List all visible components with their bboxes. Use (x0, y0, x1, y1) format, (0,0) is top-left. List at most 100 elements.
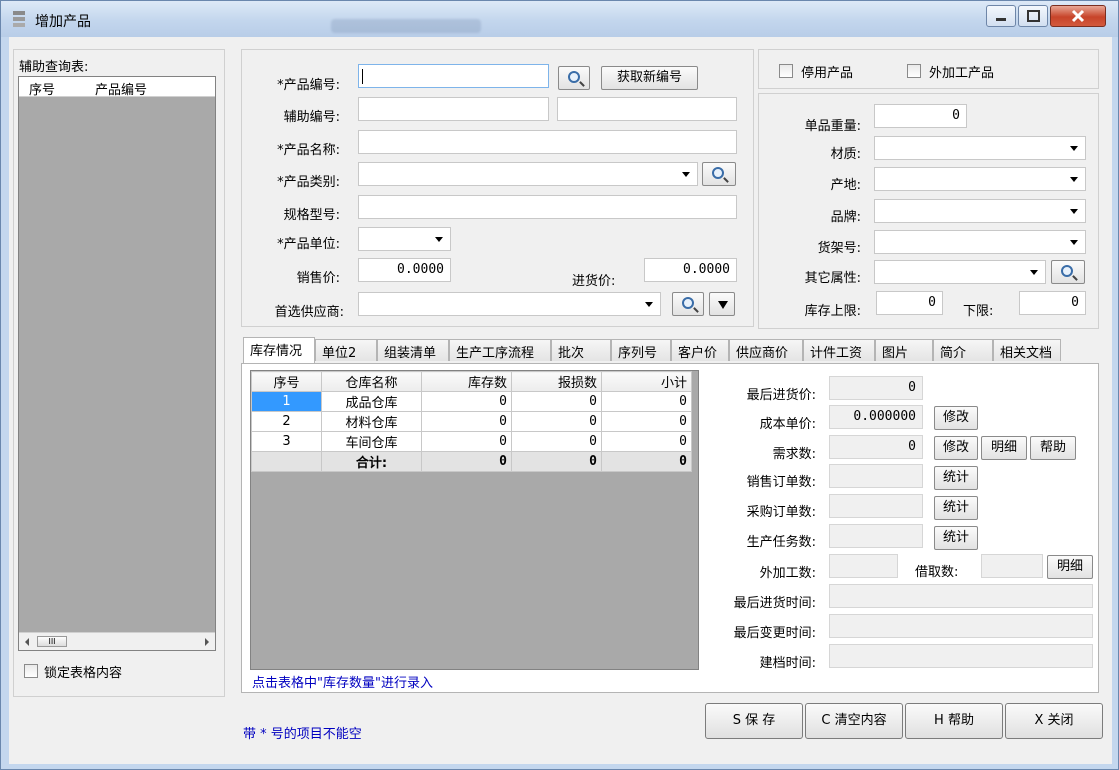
purchase-orders-label: 采购订单数: (746, 505, 816, 520)
last-purchase-time-field (829, 584, 1093, 608)
stock-total-qty: 0 (421, 451, 512, 472)
stock-cell-no[interactable]: 2 (251, 411, 322, 432)
sale-price-input[interactable]: 0.0000 (358, 258, 451, 282)
minimize-button[interactable] (986, 5, 1016, 27)
close-window-button[interactable] (1050, 5, 1106, 27)
product-unit-select[interactable] (358, 227, 451, 251)
detail-tabs: 库存情况 单位2 组装清单 生产工序流程 批次 序列号 客户价 供应商价 计件工… (241, 337, 1101, 693)
tab-batch[interactable]: 批次 (551, 339, 611, 361)
tab-supplier-price[interactable]: 供应商价 (729, 339, 803, 361)
borrowed-detail-button[interactable]: 明细 (1047, 555, 1093, 579)
close-button[interactable]: X 关闭 (1005, 703, 1103, 739)
aux-query-list[interactable]: 序号 产品编号 III (18, 76, 216, 651)
aux-col-code[interactable]: 产品编号 (95, 79, 147, 98)
stock-grid[interactable]: 序号 仓库名称 库存数 报损数 小计 1 成品仓库 0 0 0 2 材料仓库 0… (250, 370, 699, 670)
tab-process[interactable]: 生产工序流程 (449, 339, 551, 361)
stock-cell-no[interactable]: 3 (251, 431, 322, 452)
demand-detail-button[interactable]: 明细 (981, 436, 1027, 460)
maximize-button[interactable] (1018, 5, 1048, 27)
stock-cell-subtotal[interactable]: 0 (601, 411, 692, 432)
tab-customer-price[interactable]: 客户价 (671, 339, 729, 361)
chevron-down-icon (1070, 209, 1078, 214)
scroll-right-icon[interactable] (203, 637, 211, 647)
scroll-thumb[interactable]: III (37, 636, 67, 647)
stock-col-loss[interactable]: 报损数 (511, 371, 602, 392)
brand-select[interactable] (874, 199, 1086, 223)
purchase-price-input[interactable]: 0.0000 (644, 258, 737, 282)
material-select[interactable] (874, 136, 1086, 160)
stock-cell-qty[interactable]: 0 (421, 431, 512, 452)
client-area: 辅助查询表: 序号 产品编号 III 锁定表格内容 *产品编号: 获取新编号 辅… (9, 37, 1112, 764)
stock-col-warehouse[interactable]: 仓库名称 (321, 371, 422, 392)
tab-piecework[interactable]: 计件工资 (803, 339, 875, 361)
tab-unit2[interactable]: 单位2 (315, 339, 377, 361)
other-attrs-label: 其它属性: (804, 271, 861, 286)
stock-col-subtotal[interactable]: 小计 (601, 371, 692, 392)
stock-cell-loss[interactable]: 0 (511, 391, 602, 412)
search-icon (1061, 265, 1073, 277)
table-row[interactable]: 1 成品仓库 0 0 0 (251, 391, 692, 412)
stock-cell-warehouse[interactable]: 材料仓库 (321, 411, 422, 432)
tab-images[interactable]: 图片 (875, 339, 933, 361)
flags-panel: 停用产品 外加工产品 (758, 49, 1099, 89)
aux-code-input-2[interactable] (557, 97, 737, 121)
purchase-orders-stat-button[interactable]: 统计 (934, 496, 978, 520)
aux-code-input[interactable] (358, 97, 549, 121)
product-name-input[interactable] (358, 130, 737, 154)
stock-cell-subtotal[interactable]: 0 (601, 431, 692, 452)
stock-cell-warehouse[interactable]: 车间仓库 (321, 431, 422, 452)
save-button[interactable]: S 保 存 (705, 703, 803, 739)
last-purchase-price-label: 最后进货价: (746, 388, 816, 403)
origin-select[interactable] (874, 167, 1086, 191)
product-form-panel: *产品编号: 获取新编号 辅助编号: *产品名称: *产品类别: 规格型号: *… (241, 49, 754, 327)
stock-col-qty[interactable]: 库存数 (421, 371, 512, 392)
table-row[interactable]: 2 材料仓库 0 0 0 (251, 411, 692, 432)
stock-cell-subtotal[interactable]: 0 (601, 391, 692, 412)
stock-lower-label: 下限: (963, 304, 994, 319)
demand-help-button[interactable]: 帮助 (1030, 436, 1076, 460)
demand-modify-button[interactable]: 修改 (934, 436, 978, 460)
sales-orders-stat-button[interactable]: 统计 (934, 466, 978, 490)
stock-cell-qty[interactable]: 0 (421, 411, 512, 432)
supplier-search-button[interactable] (672, 292, 704, 316)
other-attrs-search-button[interactable] (1051, 260, 1085, 284)
category-search-button[interactable] (702, 162, 736, 186)
chevron-down-icon (435, 237, 443, 242)
clear-button[interactable]: C 清空内容 (805, 703, 903, 739)
scroll-left-icon[interactable] (23, 637, 31, 647)
product-category-select[interactable] (358, 162, 698, 186)
supplier-dropdown-button[interactable] (709, 292, 735, 316)
tab-serial[interactable]: 序列号 (611, 339, 671, 361)
spec-model-input[interactable] (358, 195, 737, 219)
stock-upper-input[interactable]: 0 (876, 291, 943, 315)
production-tasks-stat-button[interactable]: 统计 (934, 526, 978, 550)
stock-cell-no[interactable]: 1 (251, 391, 322, 412)
product-code-search-button[interactable] (558, 66, 590, 90)
preferred-supplier-select[interactable] (358, 292, 661, 316)
product-code-input[interactable] (358, 64, 549, 88)
unit-cost-modify-button[interactable]: 修改 (934, 406, 978, 430)
tab-documents[interactable]: 相关文档 (993, 339, 1061, 361)
stock-lower-input[interactable]: 0 (1019, 291, 1086, 315)
disabled-product-checkbox[interactable] (779, 64, 793, 78)
aux-horizontal-scrollbar[interactable]: III (19, 632, 215, 650)
outsourced-product-checkbox[interactable] (907, 64, 921, 78)
unit-weight-input[interactable]: 0 (874, 104, 967, 128)
stock-cell-loss[interactable]: 0 (511, 411, 602, 432)
product-name-label: *产品名称: (277, 143, 340, 158)
aux-col-no[interactable]: 序号 (29, 79, 55, 98)
other-attrs-select[interactable] (874, 260, 1046, 284)
help-button[interactable]: H 帮助 (905, 703, 1003, 739)
stock-cell-loss[interactable]: 0 (511, 431, 602, 452)
title-bar[interactable]: 增加产品 (1, 1, 1118, 37)
lock-table-checkbox[interactable] (24, 664, 38, 678)
tab-intro[interactable]: 简介 (933, 339, 993, 361)
stock-cell-qty[interactable]: 0 (421, 391, 512, 412)
get-new-code-button[interactable]: 获取新编号 (601, 66, 698, 90)
shelf-number-select[interactable] (874, 230, 1086, 254)
table-row[interactable]: 3 车间仓库 0 0 0 (251, 431, 692, 452)
tab-stock[interactable]: 库存情况 (243, 337, 315, 363)
stock-cell-warehouse[interactable]: 成品仓库 (321, 391, 422, 412)
tab-assembly[interactable]: 组装清单 (377, 339, 449, 361)
stock-col-no[interactable]: 序号 (251, 371, 322, 392)
